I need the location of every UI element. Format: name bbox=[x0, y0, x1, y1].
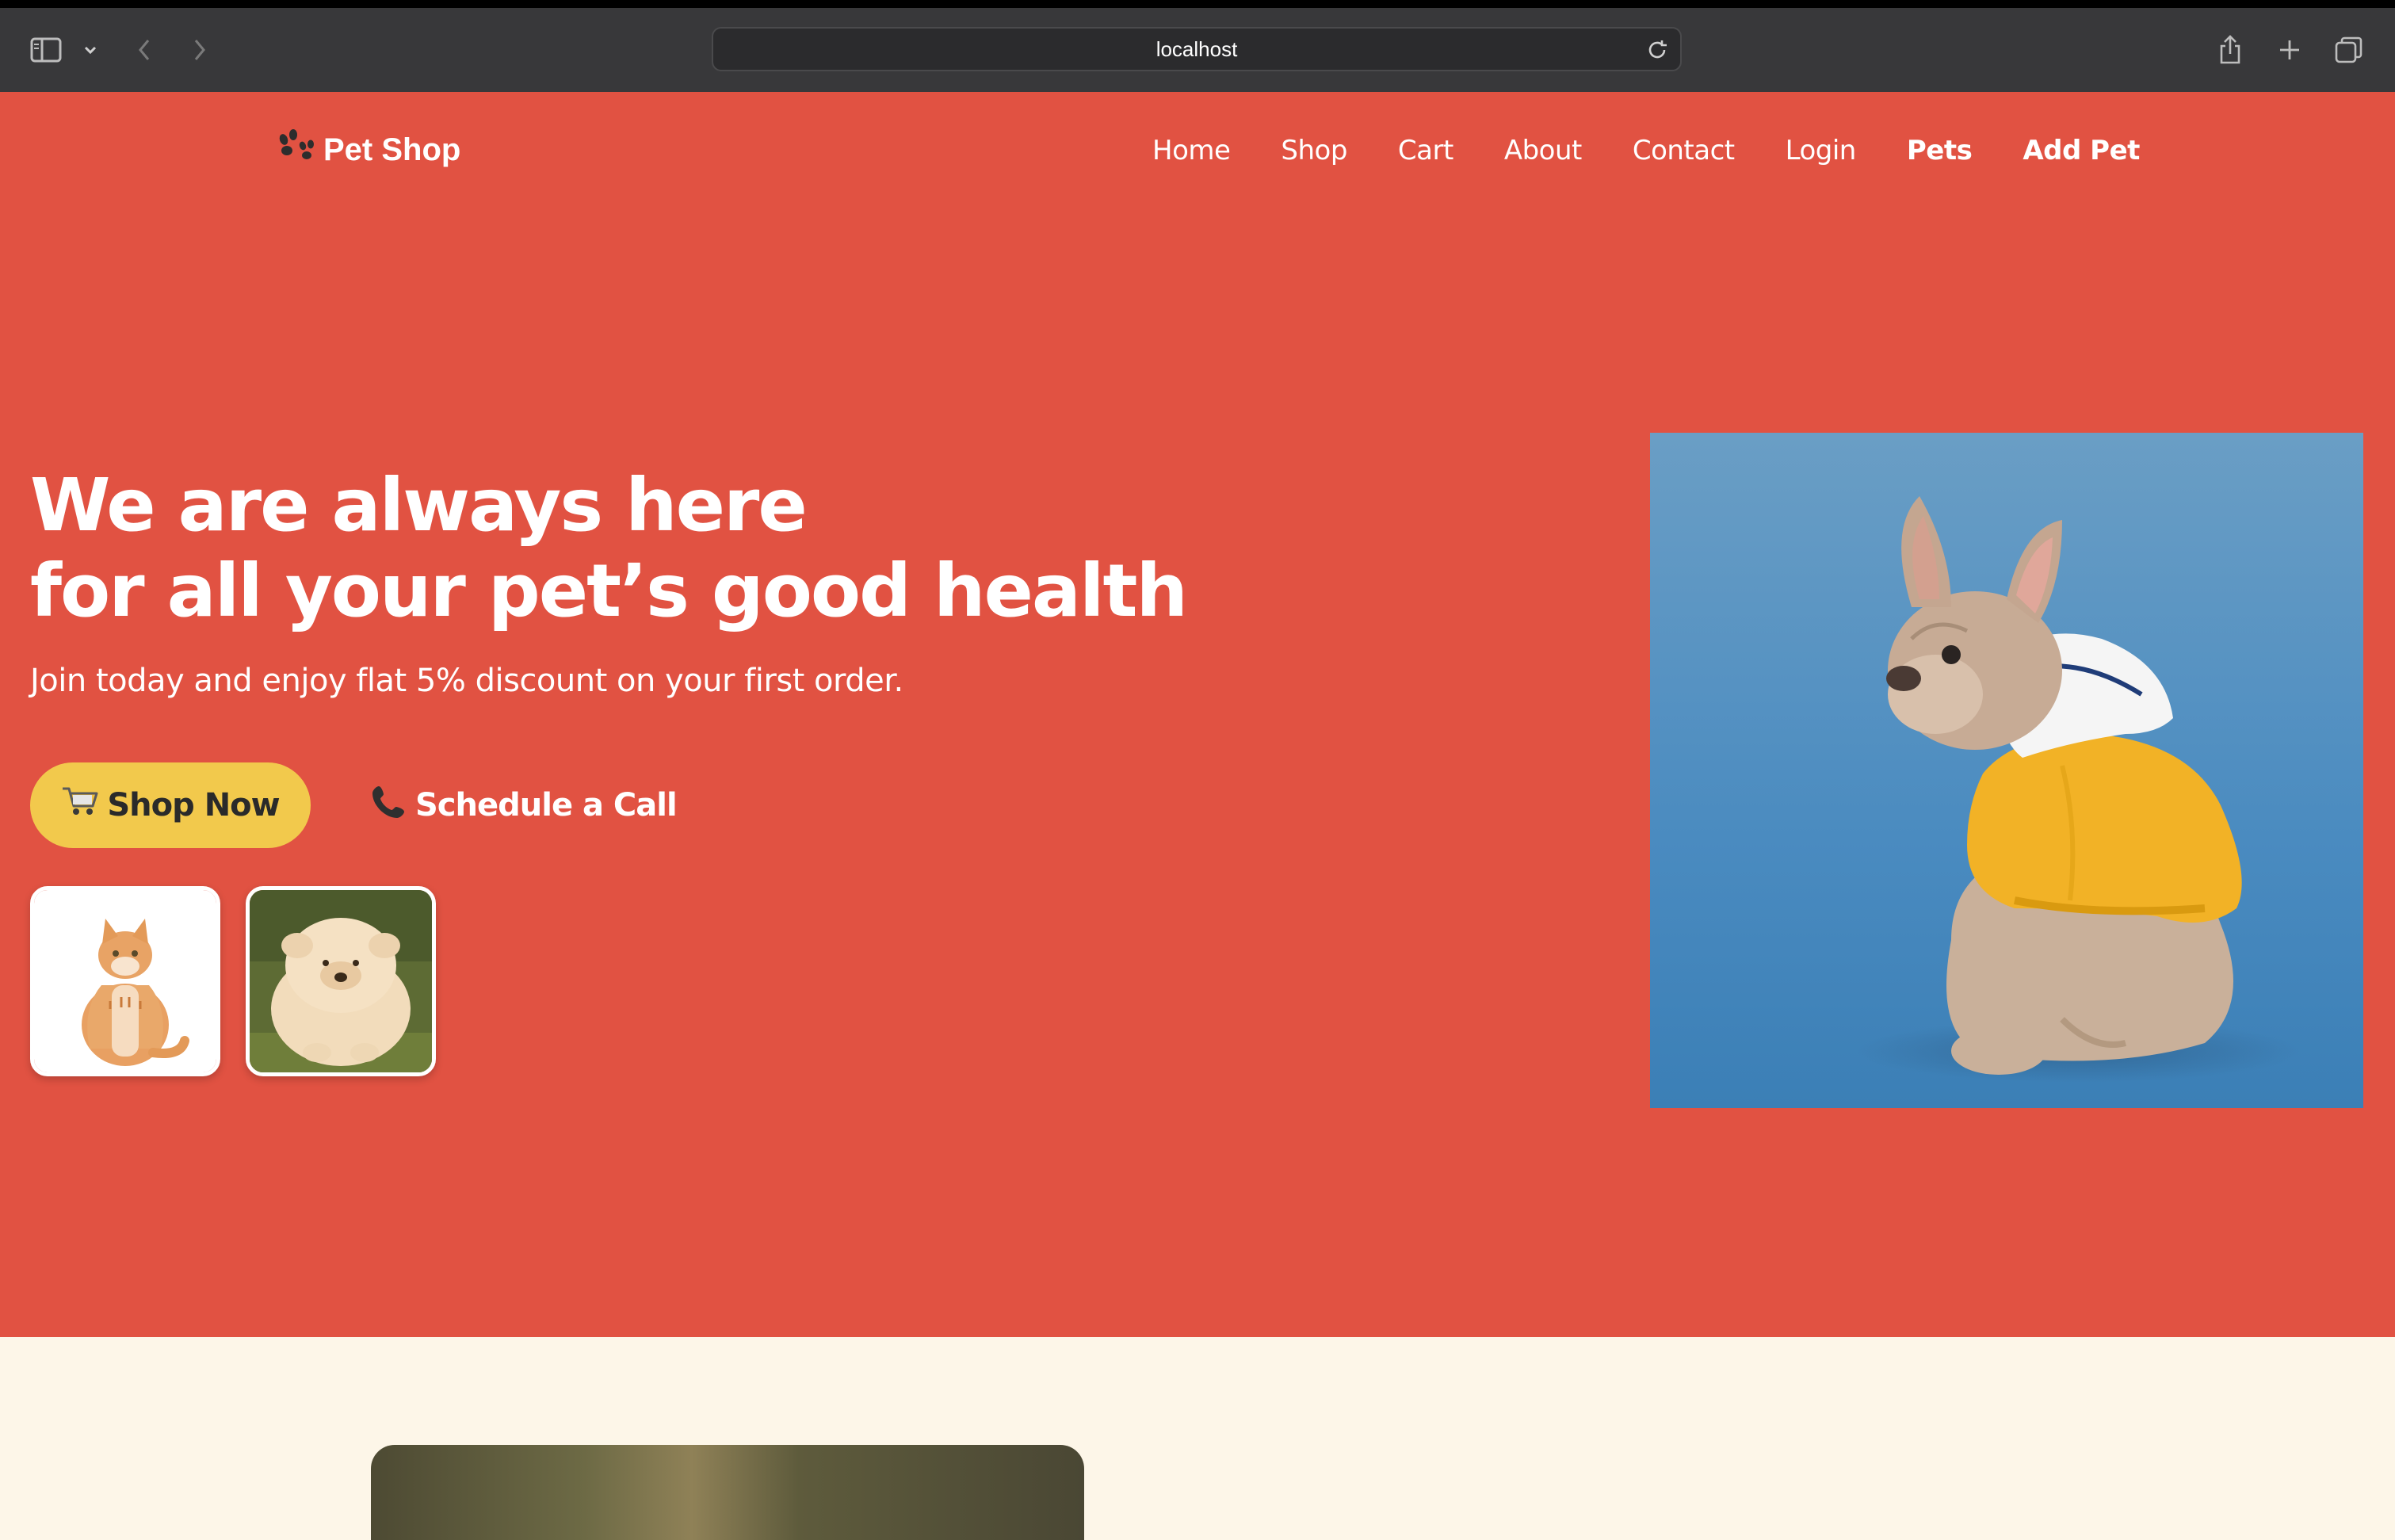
nav-link-contact[interactable]: Contact bbox=[1633, 135, 1735, 166]
logo-text: Pet Shop bbox=[323, 132, 461, 167]
schedule-call-label: Schedule a Call bbox=[415, 787, 678, 823]
fluffy-dog-photo bbox=[250, 890, 432, 1072]
nav-link-add-pet[interactable]: Add Pet bbox=[2023, 135, 2140, 166]
hero-main-photo bbox=[1650, 433, 2363, 1108]
url-text: localhost bbox=[1155, 36, 1238, 61]
french-bulldog-photo bbox=[1650, 433, 2363, 1108]
featured-section bbox=[0, 1337, 2395, 1540]
paw-icon bbox=[276, 128, 317, 171]
reload-icon[interactable] bbox=[1645, 38, 1669, 66]
hero-section: Pet Shop Home Shop Cart About Contact Lo… bbox=[0, 92, 2395, 1337]
cart-icon bbox=[61, 785, 99, 825]
main-nav: Home Shop Cart About Contact Login Pets … bbox=[1152, 128, 2140, 173]
chevron-down-icon[interactable] bbox=[79, 8, 101, 92]
phone-icon bbox=[371, 783, 407, 827]
nav-link-home[interactable]: Home bbox=[1152, 135, 1231, 166]
tab-overview-icon[interactable] bbox=[2335, 8, 2363, 92]
hero-headline-line1: We are always here bbox=[30, 463, 808, 548]
hero-headline: We are always here for all your pet’s go… bbox=[30, 463, 1219, 634]
schedule-call-button[interactable]: Schedule a Call bbox=[371, 762, 678, 848]
nav-link-shop[interactable]: Shop bbox=[1281, 135, 1347, 166]
nav-link-cart[interactable]: Cart bbox=[1398, 135, 1453, 166]
thumbnail-cat[interactable] bbox=[30, 886, 220, 1076]
nav-link-login[interactable]: Login bbox=[1786, 135, 1857, 166]
nav-link-pets[interactable]: Pets bbox=[1907, 135, 1973, 166]
browser-toolbar: localhost bbox=[0, 0, 2395, 92]
sidebar-toggle-icon[interactable] bbox=[29, 8, 63, 92]
new-tab-plus-icon[interactable] bbox=[2276, 8, 2303, 92]
nav-link-about[interactable]: About bbox=[1504, 135, 1583, 166]
shop-now-label: Shop Now bbox=[107, 787, 280, 823]
featured-image-card bbox=[371, 1445, 1084, 1540]
address-bar[interactable]: localhost bbox=[712, 27, 1682, 71]
cat-photo bbox=[34, 890, 216, 1072]
forward-arrow-icon[interactable] bbox=[189, 8, 211, 92]
hero-headline-line2: for all your pet’s good health bbox=[30, 548, 1188, 633]
back-arrow-icon[interactable] bbox=[133, 8, 155, 92]
hero-subline: Join today and enjoy flat 5% discount on… bbox=[30, 663, 903, 699]
share-icon[interactable] bbox=[2216, 8, 2244, 92]
site-logo[interactable]: Pet Shop bbox=[276, 125, 460, 174]
thumbnail-fluffy-dog[interactable] bbox=[246, 886, 436, 1076]
shop-now-button[interactable]: Shop Now bbox=[30, 762, 311, 848]
